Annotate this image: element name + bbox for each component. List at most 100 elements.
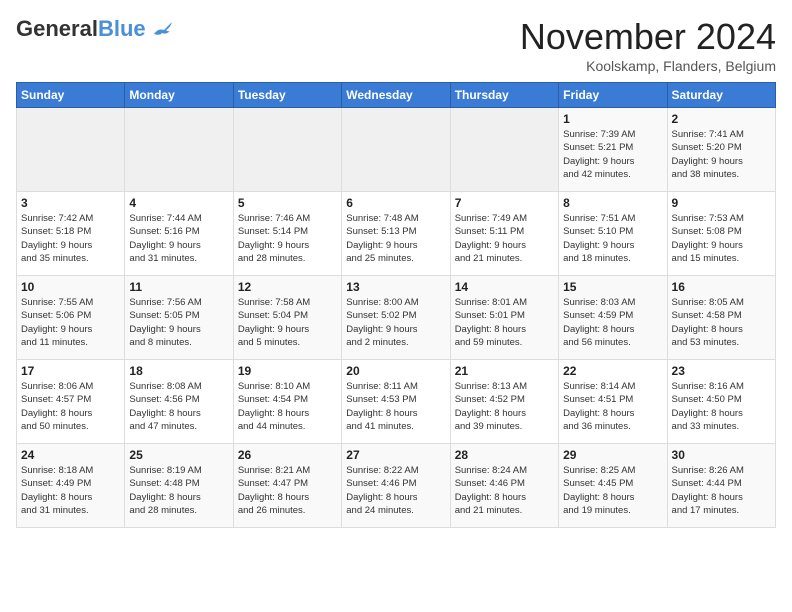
week-row-3: 10 Sunrise: 7:55 AM Sunset: 5:06 PM Dayli… (17, 276, 776, 360)
day-header-friday: Friday (559, 83, 667, 108)
day-info: Sunrise: 7:48 AM Sunset: 5:13 PM Dayligh… (346, 212, 445, 265)
calendar-cell (342, 108, 450, 192)
calendar-cell: 8 Sunrise: 7:51 AM Sunset: 5:10 PM Daylig… (559, 192, 667, 276)
calendar-cell: 3Sunrise: 7:42 AM Sunset: 5:18 PM Daylig… (17, 192, 125, 276)
day-info: Sunrise: 8:26 AM Sunset: 4:44 PM Dayligh… (672, 464, 771, 517)
day-info: Sunrise: 7:44 AM Sunset: 5:16 PM Dayligh… (129, 212, 228, 265)
day-number: 30 (672, 448, 771, 462)
location-subtitle: Koolskamp, Flanders, Belgium (520, 58, 776, 74)
calendar-cell: 10 Sunrise: 7:55 AM Sunset: 5:06 PM Dayli… (17, 276, 125, 360)
page-header: GeneralBlue November 2024 Koolskamp, Fla… (16, 16, 776, 74)
day-info: Sunrise: 7:51 AM Sunset: 5:10 PM Dayligh… (563, 212, 662, 265)
day-header-thursday: Thursday (450, 83, 558, 108)
calendar-cell: 24 Sunrise: 8:18 AM Sunset: 4:49 PM Dayli… (17, 444, 125, 528)
calendar-cell (17, 108, 125, 192)
day-number: 4 (129, 196, 228, 210)
day-info: Sunrise: 8:13 AM Sunset: 4:52 PM Dayligh… (455, 380, 554, 433)
day-info: Sunrise: 7:41 AM Sunset: 5:20 PM Dayligh… (672, 128, 771, 181)
calendar-cell: 11 Sunrise: 7:56 AM Sunset: 5:05 PM Dayli… (125, 276, 233, 360)
day-number: 7 (455, 196, 554, 210)
calendar-cell (233, 108, 341, 192)
calendar-cell: 2 Sunrise: 7:41 AM Sunset: 5:20 PM Daylig… (667, 108, 775, 192)
day-number: 24 (21, 448, 120, 462)
day-number: 27 (346, 448, 445, 462)
day-number: 25 (129, 448, 228, 462)
calendar-cell: 7 Sunrise: 7:49 AM Sunset: 5:11 PM Daylig… (450, 192, 558, 276)
day-number: 6 (346, 196, 445, 210)
day-info: Sunrise: 7:49 AM Sunset: 5:11 PM Dayligh… (455, 212, 554, 265)
day-number: 28 (455, 448, 554, 462)
day-number: 13 (346, 280, 445, 294)
calendar-cell: 14 Sunrise: 8:01 AM Sunset: 5:01 PM Dayli… (450, 276, 558, 360)
day-info: Sunrise: 8:21 AM Sunset: 4:47 PM Dayligh… (238, 464, 337, 517)
day-info: Sunrise: 8:03 AM Sunset: 4:59 PM Dayligh… (563, 296, 662, 349)
calendar-cell: 21 Sunrise: 8:13 AM Sunset: 4:52 PM Dayli… (450, 360, 558, 444)
logo-general-text: General (16, 16, 98, 41)
day-info: Sunrise: 8:14 AM Sunset: 4:51 PM Dayligh… (563, 380, 662, 433)
day-number: 3 (21, 196, 120, 210)
calendar-header: SundayMondayTuesdayWednesdayThursdayFrid… (17, 83, 776, 108)
header-row: SundayMondayTuesdayWednesdayThursdayFrid… (17, 83, 776, 108)
title-section: November 2024 Koolskamp, Flanders, Belgi… (520, 16, 776, 74)
day-info: Sunrise: 7:56 AM Sunset: 5:05 PM Dayligh… (129, 296, 228, 349)
day-info: Sunrise: 8:08 AM Sunset: 4:56 PM Dayligh… (129, 380, 228, 433)
day-info: Sunrise: 7:55 AM Sunset: 5:06 PM Dayligh… (21, 296, 120, 349)
day-info: Sunrise: 8:16 AM Sunset: 4:50 PM Dayligh… (672, 380, 771, 433)
calendar-cell: 4 Sunrise: 7:44 AM Sunset: 5:16 PM Daylig… (125, 192, 233, 276)
calendar-cell: 13 Sunrise: 8:00 AM Sunset: 5:02 PM Dayli… (342, 276, 450, 360)
week-row-5: 24 Sunrise: 8:18 AM Sunset: 4:49 PM Dayli… (17, 444, 776, 528)
calendar-cell: 1Sunrise: 7:39 AM Sunset: 5:21 PM Daylig… (559, 108, 667, 192)
calendar-cell: 6 Sunrise: 7:48 AM Sunset: 5:13 PM Daylig… (342, 192, 450, 276)
day-info: Sunrise: 8:19 AM Sunset: 4:48 PM Dayligh… (129, 464, 228, 517)
day-info: Sunrise: 8:05 AM Sunset: 4:58 PM Dayligh… (672, 296, 771, 349)
calendar-cell: 5Sunrise: 7:46 AM Sunset: 5:14 PM Daylig… (233, 192, 341, 276)
logo-bird-icon (152, 20, 174, 38)
day-info: Sunrise: 8:22 AM Sunset: 4:46 PM Dayligh… (346, 464, 445, 517)
calendar-cell: 15 Sunrise: 8:03 AM Sunset: 4:59 PM Dayli… (559, 276, 667, 360)
calendar-cell: 19Sunrise: 8:10 AM Sunset: 4:54 PM Dayli… (233, 360, 341, 444)
calendar-cell: 23 Sunrise: 8:16 AM Sunset: 4:50 PM Dayli… (667, 360, 775, 444)
calendar-cell: 16 Sunrise: 8:05 AM Sunset: 4:58 PM Dayli… (667, 276, 775, 360)
day-info: Sunrise: 8:01 AM Sunset: 5:01 PM Dayligh… (455, 296, 554, 349)
day-info: Sunrise: 8:18 AM Sunset: 4:49 PM Dayligh… (21, 464, 120, 517)
week-row-4: 17 Sunrise: 8:06 AM Sunset: 4:57 PM Dayli… (17, 360, 776, 444)
day-number: 8 (563, 196, 662, 210)
calendar-cell: 17 Sunrise: 8:06 AM Sunset: 4:57 PM Dayli… (17, 360, 125, 444)
day-number: 10 (21, 280, 120, 294)
day-number: 2 (672, 112, 771, 126)
day-info: Sunrise: 7:46 AM Sunset: 5:14 PM Dayligh… (238, 212, 337, 265)
day-number: 26 (238, 448, 337, 462)
calendar-cell: 26 Sunrise: 8:21 AM Sunset: 4:47 PM Dayli… (233, 444, 341, 528)
day-number: 11 (129, 280, 228, 294)
week-row-1: 1Sunrise: 7:39 AM Sunset: 5:21 PM Daylig… (17, 108, 776, 192)
day-number: 21 (455, 364, 554, 378)
day-info: Sunrise: 8:11 AM Sunset: 4:53 PM Dayligh… (346, 380, 445, 433)
day-header-tuesday: Tuesday (233, 83, 341, 108)
day-info: Sunrise: 8:06 AM Sunset: 4:57 PM Dayligh… (21, 380, 120, 433)
calendar-cell: 18 Sunrise: 8:08 AM Sunset: 4:56 PM Dayli… (125, 360, 233, 444)
day-info: Sunrise: 8:00 AM Sunset: 5:02 PM Dayligh… (346, 296, 445, 349)
calendar-cell: 20Sunrise: 8:11 AM Sunset: 4:53 PM Dayli… (342, 360, 450, 444)
calendar-cell: 22 Sunrise: 8:14 AM Sunset: 4:51 PM Dayli… (559, 360, 667, 444)
day-info: Sunrise: 8:25 AM Sunset: 4:45 PM Dayligh… (563, 464, 662, 517)
day-number: 22 (563, 364, 662, 378)
calendar-cell: 12Sunrise: 7:58 AM Sunset: 5:04 PM Dayli… (233, 276, 341, 360)
day-header-monday: Monday (125, 83, 233, 108)
day-number: 1 (563, 112, 662, 126)
day-number: 23 (672, 364, 771, 378)
day-number: 15 (563, 280, 662, 294)
day-header-saturday: Saturday (667, 83, 775, 108)
day-info: Sunrise: 7:53 AM Sunset: 5:08 PM Dayligh… (672, 212, 771, 265)
week-row-2: 3Sunrise: 7:42 AM Sunset: 5:18 PM Daylig… (17, 192, 776, 276)
logo: GeneralBlue (16, 16, 174, 42)
calendar-table: SundayMondayTuesdayWednesdayThursdayFrid… (16, 82, 776, 528)
month-year-title: November 2024 (520, 16, 776, 58)
calendar-cell (125, 108, 233, 192)
calendar-body: 1Sunrise: 7:39 AM Sunset: 5:21 PM Daylig… (17, 108, 776, 528)
day-number: 14 (455, 280, 554, 294)
day-number: 17 (21, 364, 120, 378)
day-number: 16 (672, 280, 771, 294)
day-number: 18 (129, 364, 228, 378)
calendar-cell: 9Sunrise: 7:53 AM Sunset: 5:08 PM Daylig… (667, 192, 775, 276)
calendar-cell: 30 Sunrise: 8:26 AM Sunset: 4:44 PM Dayli… (667, 444, 775, 528)
